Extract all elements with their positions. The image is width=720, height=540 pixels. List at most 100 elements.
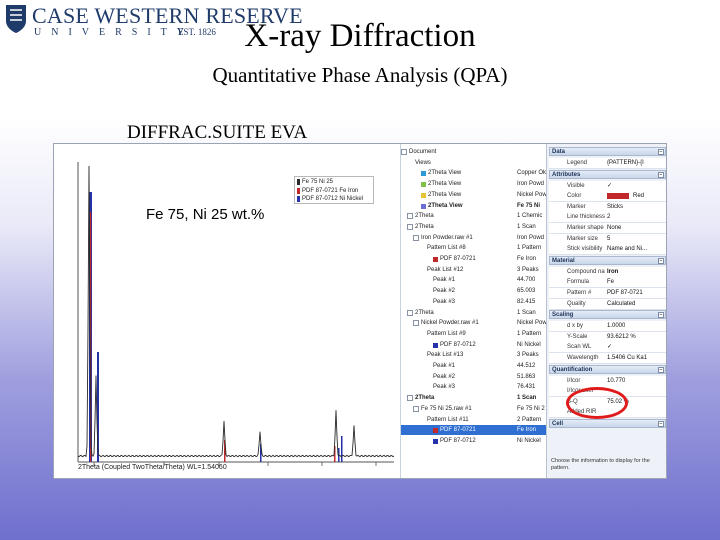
tree-row[interactable]: Peak List #13 3 Peaks [401, 350, 546, 360]
property-row[interactable]: Quality Calculated [549, 298, 666, 310]
property-group-header[interactable]: Cell − [549, 419, 666, 428]
property-group-header[interactable]: Data − [549, 147, 666, 156]
property-row[interactable]: Stick visibility Name and Ni... [549, 244, 666, 256]
tree-item-name: 2Theta [415, 395, 435, 402]
property-group-title: Data [552, 149, 566, 155]
tree-row[interactable]: PDF 87-0712 Ni Nickel [401, 340, 546, 350]
tree-row[interactable]: Iron Powder.raw #1 Iron Powd [401, 233, 546, 243]
tree-checkbox[interactable] [413, 320, 419, 327]
tree-row[interactable]: Peak #3 82.415 [401, 297, 546, 307]
tree-checkbox[interactable] [413, 234, 419, 241]
property-row[interactable]: d x by 1.0000 [549, 321, 666, 333]
tree-row[interactable]: Fe 75 Ni 25.raw #1 Fe 75 Ni 2 [401, 404, 546, 414]
tree-row[interactable]: PDF 87-0721 Fe Iron [401, 425, 546, 436]
tree-item-value: 51.863 [517, 373, 536, 380]
property-label: Marker shape [567, 225, 604, 231]
property-row[interactable]: I/Icor 10.770 [549, 375, 666, 387]
legend-swatch-icon [297, 187, 300, 194]
collapse-icon[interactable]: − [658, 257, 664, 264]
property-row[interactable]: Marker shape None [549, 223, 666, 234]
collapse-icon[interactable]: − [658, 421, 664, 427]
tree-row[interactable]: Pattern List #9 1 Pattern [401, 329, 546, 339]
property-row[interactable]: Visible ✓ [549, 180, 666, 192]
tree-item-value: Ni Nickel [517, 341, 541, 348]
property-group-header[interactable]: Material − [549, 255, 666, 265]
tree-row[interactable]: Pattern List #8 1 Pattern [401, 243, 546, 253]
property-row[interactable]: Marker Sticks [549, 201, 666, 213]
tree-checkbox[interactable] [407, 309, 413, 316]
property-value: 10.770 [607, 377, 626, 384]
tree-checkbox[interactable] [401, 149, 407, 155]
tree-row[interactable]: Peak #2 51.863 [401, 372, 546, 382]
collapse-icon[interactable]: − [658, 312, 664, 319]
tree-row[interactable]: Peak #1 44.700 [401, 275, 546, 285]
property-row[interactable]: Formula Fe [549, 277, 666, 289]
collapse-icon[interactable]: − [658, 149, 664, 155]
property-label: Marker size [567, 235, 599, 242]
tree-row[interactable]: Peak #3 76.431 [401, 382, 546, 392]
tree-row[interactable]: 2Theta 1 Chemic [401, 211, 546, 221]
tree-row[interactable]: 2Theta View Copper Ok [401, 168, 546, 178]
property-row[interactable]: Scan WL ✓ [549, 342, 666, 354]
property-row[interactable]: Y-Scale 93.6212 % [549, 331, 666, 343]
diffraction-pattern-view[interactable]: Fe 75 Ni 25 PDF 87-0721 Fe Iron PDF 87-071… [54, 144, 399, 478]
tree-row[interactable]: 2Theta View Nickel Pow [401, 190, 546, 200]
properties-panel[interactable]: Choose the information to display for th… [546, 144, 666, 478]
software-screenshot: Fe 75 Ni 25 PDF 87-0721 Fe Iron PDF 87-071… [53, 143, 667, 479]
tree-row[interactable]: Peak List #12 3 Peaks [401, 265, 546, 275]
highlight-circle [566, 387, 628, 419]
property-group-header[interactable]: Scaling − [549, 310, 666, 320]
property-row[interactable]: Pattern # PDF 87-0721 [549, 288, 666, 299]
tree-row[interactable]: 2Theta View Fe 75 Ni [401, 201, 546, 211]
tree-item-name: 2Theta [415, 223, 434, 230]
property-group-header[interactable]: Attributes − [549, 169, 666, 179]
tree-row[interactable]: Document [401, 147, 546, 157]
tree-item-name: Peak List #13 [427, 352, 464, 359]
property-row[interactable]: Marker size 5 [549, 233, 666, 245]
tree-item-value: Fe Iron [517, 256, 537, 262]
reference-stick [341, 436, 343, 462]
property-value: ✓ [607, 344, 613, 351]
legend-entry: Fe 75 Ni 25 [297, 178, 371, 187]
tree-checkbox[interactable] [407, 213, 413, 220]
tree-row[interactable]: Nickel Powder.raw #1 Nickel Pow [401, 318, 546, 328]
property-label: Y-Scale [567, 333, 588, 340]
tree-item-value: Fe Iron [517, 427, 537, 434]
tree-checkbox[interactable] [407, 395, 413, 402]
collapse-icon[interactable]: − [658, 171, 664, 178]
sample-composition-label: Fe 75, Ni 25 wt.% [146, 206, 265, 223]
tree-row[interactable]: 2Theta View Iron Powd [401, 179, 546, 189]
property-value: Calculated [607, 300, 636, 307]
tree-item-value: 1 Scan [517, 309, 536, 316]
property-row[interactable]: Wavelength 1.5406 Cu Ka1 [549, 353, 666, 364]
tree-checkbox[interactable] [413, 405, 419, 412]
tree-item-name: Peak #3 [433, 298, 456, 305]
tree-row[interactable]: Peak #2 65.003 [401, 286, 546, 296]
tree-row[interactable]: PDF 87-0721 Fe Iron [401, 254, 546, 264]
tree-row[interactable]: PDF 87-0712 Ni Nickel [401, 436, 546, 446]
property-row[interactable]: Line thickness 2 [549, 212, 666, 224]
tree-row[interactable]: Peak #1 44.512 [401, 361, 546, 371]
tree-item-name: PDF 87-0712 [440, 437, 476, 444]
data-tree[interactable]: Document Views 2Theta View Copper Ok 2Theta … [400, 144, 546, 478]
color-swatch-icon [433, 257, 438, 262]
tree-item-value: 3 Peaks [517, 266, 539, 273]
property-label: Visible [567, 182, 585, 189]
color-swatch-icon [421, 203, 426, 209]
property-row[interactable]: Color Red [549, 191, 666, 203]
tree-item-value: 2 Pattern [517, 416, 542, 423]
property-row[interactable]: Compound nameIron [549, 266, 666, 278]
tree-row[interactable]: Views [401, 158, 546, 168]
tree-item-name: 2Theta View [428, 170, 462, 177]
property-group-header[interactable]: Quantification − [549, 364, 666, 374]
tree-row[interactable]: 2Theta 1 Scan [401, 222, 546, 232]
tree-row[interactable]: 2Theta 1 Scan [401, 308, 546, 318]
tree-checkbox[interactable] [407, 223, 413, 230]
property-label: Formula [567, 279, 590, 286]
collapse-icon[interactable]: − [658, 366, 664, 373]
property-label: Stick visibility [567, 246, 603, 253]
tree-row[interactable]: 2Theta 1 Scan [401, 393, 546, 403]
tree-row[interactable]: Pattern List #11 2 Pattern [401, 415, 546, 425]
legend-entry: PDF 87-0721 Fe Iron [297, 187, 371, 196]
property-row[interactable]: Legend {PATTERN}-{I [549, 158, 666, 169]
